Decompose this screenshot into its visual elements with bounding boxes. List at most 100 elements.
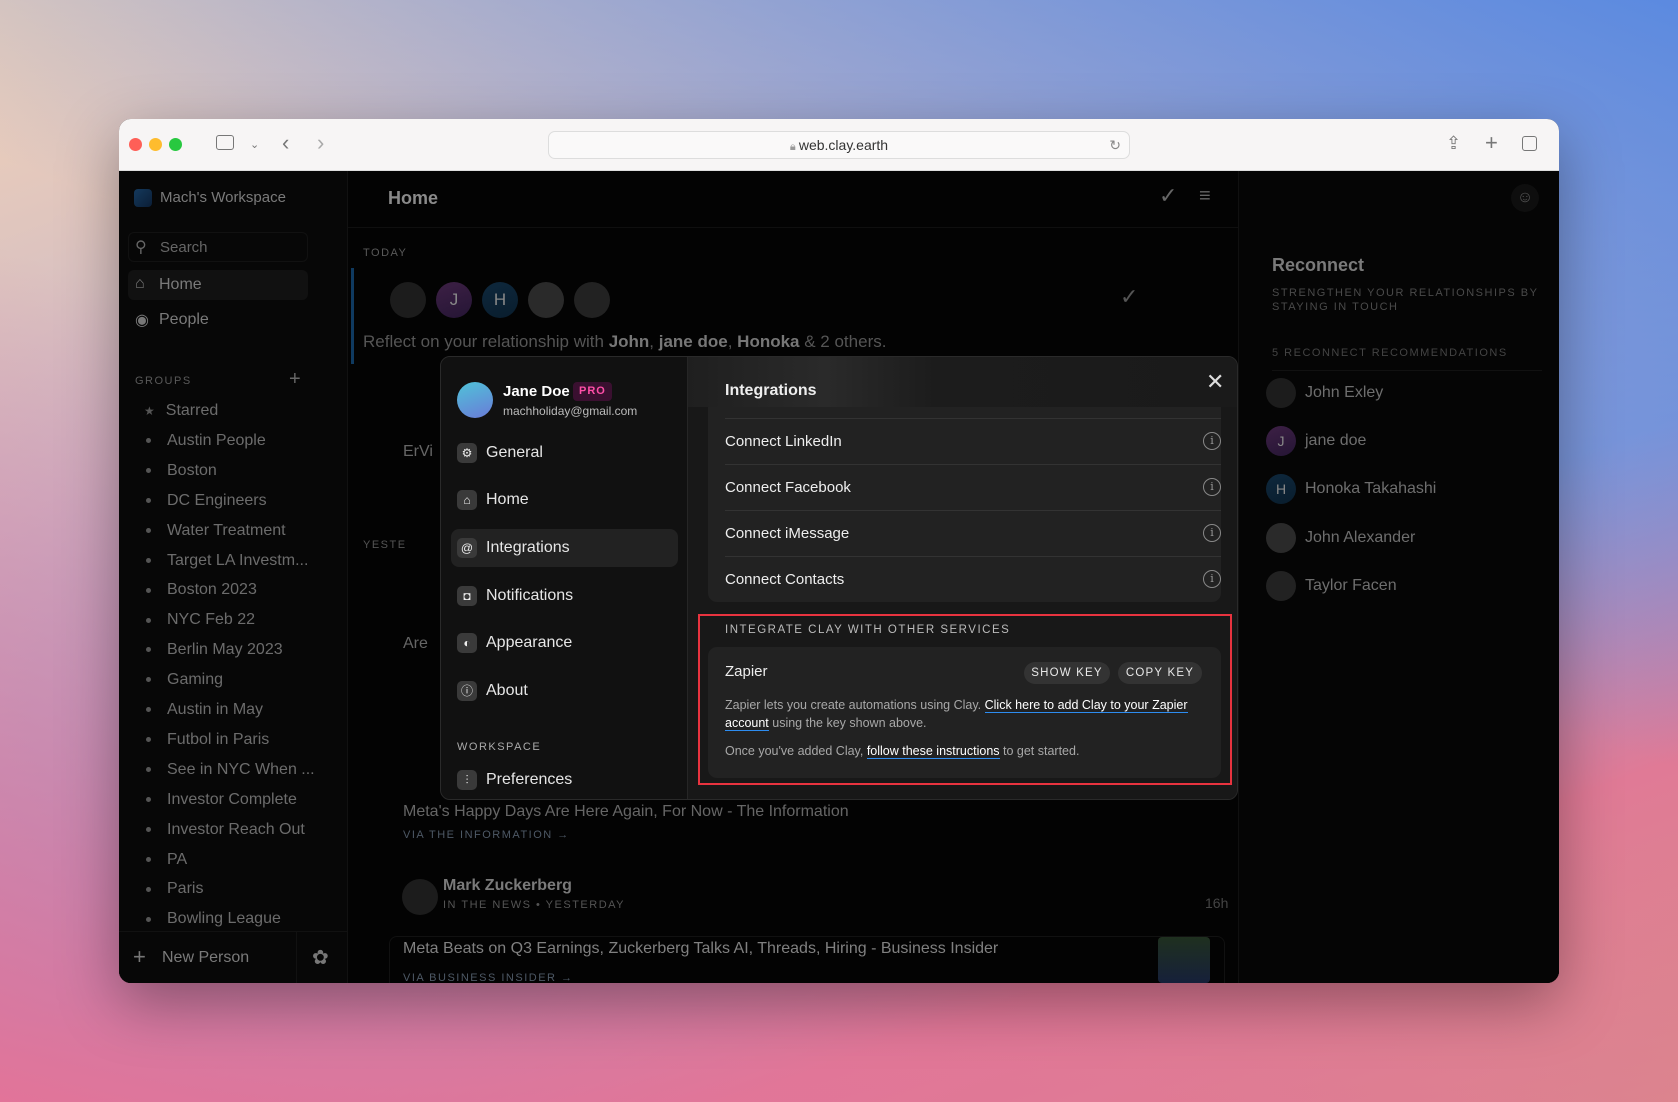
reconnect-person[interactable]: H Honoka Takahashi [1266, 474, 1526, 510]
group-label: Paris [167, 880, 204, 898]
reconnect-person[interactable]: J jane doe [1266, 426, 1526, 462]
nav-item-notifications[interactable]: ◘ Notifications [451, 577, 678, 615]
bullet-icon [146, 677, 151, 683]
mark-all-done-icon[interactable]: ✓ [1159, 183, 1177, 209]
copy-key-button[interactable]: COPY KEY [1118, 662, 1202, 684]
smiley-icon[interactable]: ☺ [1511, 184, 1539, 212]
new-person-button[interactable]: + New Person [119, 932, 296, 983]
workspace-name[interactable]: Mach's Workspace [160, 189, 286, 206]
sidebar-toggle-icon[interactable] [216, 135, 234, 150]
connect-row[interactable]: Connect LinkedIn i [725, 418, 1221, 464]
notification-icon: ◘ [457, 586, 477, 606]
close-window-button[interactable] [129, 138, 142, 151]
person-avatar[interactable] [574, 282, 610, 318]
info-icon[interactable]: i [1203, 524, 1221, 542]
workspace-heading: WORKSPACE [457, 741, 542, 753]
group-label: Target LA Investm... [167, 551, 309, 569]
browser-window: ⌄ ‹ › 🔒︎ web.clay.earth ↻ ⇪ + Mach's Work… [119, 119, 1559, 983]
sidebar-group-item[interactable]: Gaming [144, 671, 344, 689]
minimize-window-button[interactable] [149, 138, 162, 151]
bullet-icon [146, 826, 151, 832]
ai-assistant-icon[interactable]: ✿ [312, 945, 329, 970]
sidebar-item-home[interactable]: ⌂ Home [128, 270, 308, 300]
nav-item-appearance[interactable]: ◐ Appearance [451, 624, 678, 662]
connections-card: Connect LinkedIn i Connect Facebook i Connec… [708, 377, 1221, 602]
close-icon[interactable]: ✕ [1206, 369, 1224, 395]
sidebar-group-item[interactable]: PA [144, 851, 344, 869]
connect-row[interactable]: Connect iMessage i [725, 510, 1221, 556]
sidebar-group-item[interactable]: Investor Complete [144, 791, 344, 809]
nav-item-integrations[interactable]: @ Integrations [451, 529, 678, 567]
nav-item-home[interactable]: ⌂ Home [451, 481, 678, 519]
sidebar-item-people[interactable]: ◉ People [128, 305, 308, 335]
new-tab-icon[interactable]: + [1485, 130, 1498, 156]
lock-icon: 🔒︎ [789, 141, 799, 153]
feed-item-title[interactable]: ErVi [403, 443, 433, 461]
person-avatar[interactable] [390, 282, 426, 318]
sidebar-group-item[interactable]: Investor Reach Out [144, 821, 344, 839]
sidebar-group-item[interactable]: Berlin May 2023 [144, 641, 344, 659]
home-icon: ⌂ [135, 275, 145, 292]
sidebar-group-item[interactable]: DC Engineers [144, 492, 344, 510]
share-icon[interactable]: ⇪ [1446, 133, 1461, 154]
reflect-name: Honoka [737, 332, 800, 351]
sidebar-group-item[interactable]: Target LA Investm... [144, 552, 344, 570]
address-bar[interactable]: 🔒︎ web.clay.earth ↻ [548, 131, 1130, 159]
tabs-overview-icon[interactable] [1522, 136, 1537, 151]
sidebar-group-item[interactable]: See in NYC When ... [144, 761, 344, 779]
bullet-icon [146, 796, 151, 802]
filter-icon[interactable]: ≡ [1199, 185, 1211, 208]
nav-item-preferences[interactable]: ⫶ Preferences [451, 761, 678, 799]
reflect-prompt[interactable]: Reflect on your relationship with John, … [363, 332, 886, 352]
info-icon[interactable]: i [1203, 432, 1221, 450]
section-today: TODAY [363, 247, 408, 259]
sidebar-group-item[interactable]: Boston 2023 [144, 581, 344, 599]
sidebar-group-item[interactable]: Futbol in Paris [144, 731, 344, 749]
sidebar-group-item[interactable]: ★ Starred [144, 402, 344, 420]
zoom-window-button[interactable] [169, 138, 182, 151]
sidebar-group-item[interactable]: Paris [144, 880, 344, 898]
person-avatar[interactable]: H [482, 282, 518, 318]
chevron-down-icon[interactable]: ⌄ [250, 138, 259, 151]
nav-item-label: Home [486, 491, 529, 508]
sidebar-group-item[interactable]: Water Treatment [144, 522, 344, 540]
info-icon[interactable]: i [1203, 570, 1221, 588]
forward-icon[interactable]: › [317, 130, 324, 156]
feed-item-title[interactable]: Meta Beats on Q3 Earnings, Zuckerberg Ta… [403, 940, 998, 958]
nav-item-about[interactable]: ⓘ About [451, 672, 678, 710]
sidebar-group-item[interactable]: NYC Feb 22 [144, 611, 344, 629]
group-label: Gaming [167, 671, 224, 689]
reconnect-person[interactable]: Taylor Facen [1266, 570, 1526, 607]
source-link[interactable]: VIA BUSINESS INSIDER → [403, 972, 574, 983]
workspace-icon [134, 189, 152, 207]
feed-item-title[interactable]: Are [403, 635, 428, 653]
instructions-link[interactable]: follow these instructions [866, 744, 1000, 759]
connect-label: Connect LinkedIn [725, 433, 842, 450]
reload-icon[interactable]: ↻ [1109, 132, 1121, 158]
sidebar-group-item[interactable]: Bowling League [144, 910, 344, 928]
divider [1272, 370, 1542, 371]
sidebar-group-item[interactable]: Austin in May [144, 701, 344, 719]
search-input[interactable]: ⚲ Search [128, 232, 308, 262]
search-icon: ⚲ [135, 239, 147, 256]
feed-person-name[interactable]: Mark Zuckerberg [443, 877, 572, 895]
back-icon[interactable]: ‹ [282, 130, 289, 156]
connect-row[interactable]: Connect Contacts i [725, 556, 1221, 602]
reconnect-person[interactable]: John Exley [1266, 378, 1526, 414]
bullet-icon [146, 527, 151, 533]
info-icon[interactable]: i [1203, 478, 1221, 496]
pane-title: Integrations [725, 382, 817, 399]
add-group-button[interactable]: + [289, 368, 301, 391]
source-link[interactable]: VIA THE INFORMATION → [403, 829, 570, 841]
person-avatar[interactable] [528, 282, 564, 318]
sidebar-group-item[interactable]: Boston [144, 462, 344, 480]
reconnect-person[interactable]: John Alexander [1266, 522, 1526, 559]
feed-item-title[interactable]: Meta's Happy Days Are Here Again, For No… [403, 803, 849, 821]
connect-row[interactable]: Connect Facebook i [725, 464, 1221, 510]
check-icon[interactable]: ✓ [1120, 284, 1138, 310]
news-thumbnail [1158, 937, 1210, 983]
person-avatar[interactable]: J [436, 282, 472, 318]
nav-item-general[interactable]: ⚙ General [451, 434, 678, 472]
sidebar-group-item[interactable]: Austin People [144, 432, 344, 450]
show-key-button[interactable]: SHOW KEY [1024, 662, 1110, 684]
